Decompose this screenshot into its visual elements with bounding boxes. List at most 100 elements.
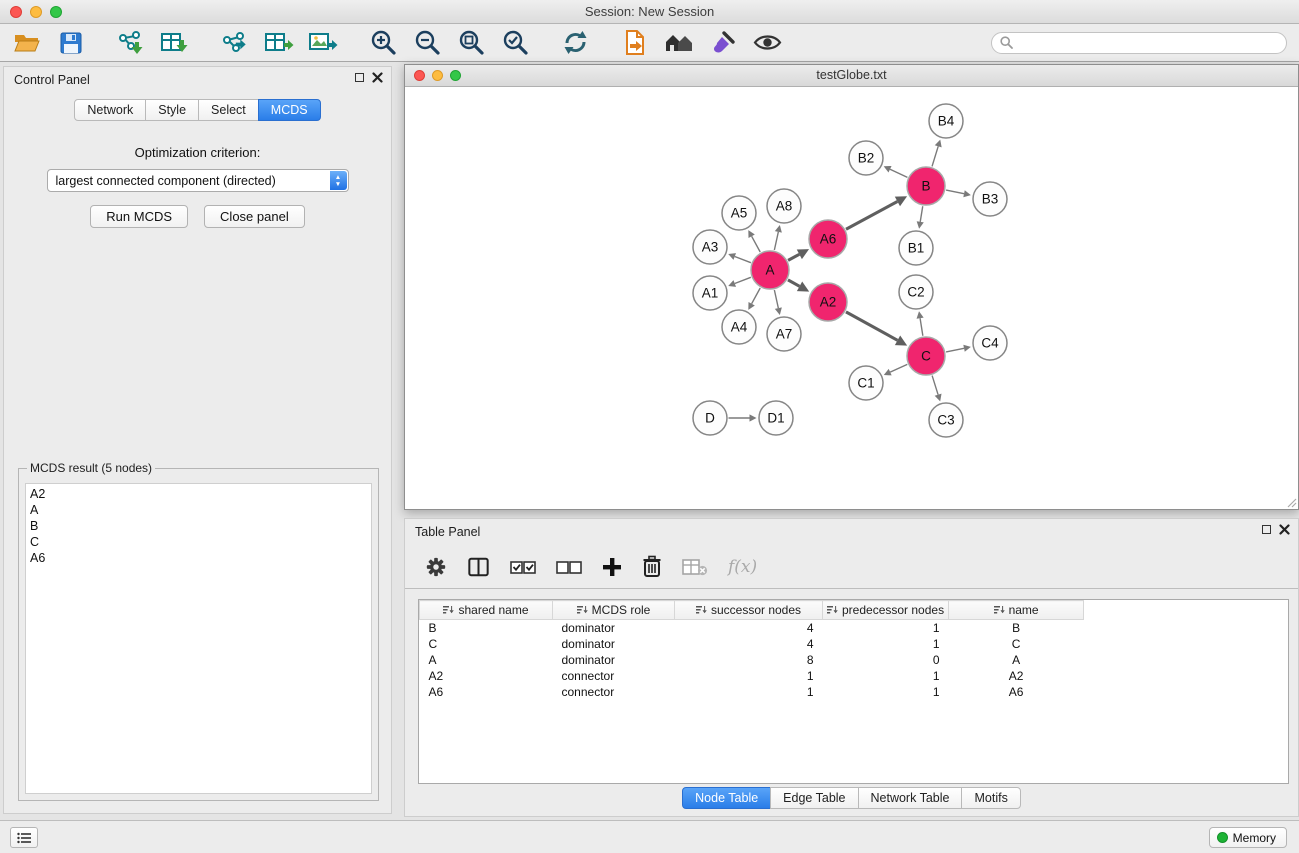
graph-edge-A6-B[interactable]	[846, 196, 907, 229]
column-header-MCDS-role[interactable]: MCDS role	[553, 601, 675, 620]
graph-edge-C-C3[interactable]	[932, 376, 941, 402]
network-window-titlebar[interactable]: testGlobe.txt	[405, 65, 1298, 87]
main-titlebar[interactable]: Session: New Session	[0, 0, 1299, 24]
graph-node-C1[interactable]: C1	[849, 366, 883, 400]
graph-node-A7[interactable]: A7	[767, 317, 801, 351]
mcds-result-item[interactable]: A	[30, 502, 367, 518]
mcds-result-item[interactable]: A2	[30, 486, 367, 502]
graph-node-A3[interactable]: A3	[693, 230, 727, 264]
deselect-all-button[interactable]	[556, 559, 582, 575]
open-recent-button[interactable]	[618, 28, 652, 58]
graph-node-B1[interactable]: B1	[899, 231, 933, 265]
close-panel-icon[interactable]	[372, 72, 383, 83]
graph-node-A8[interactable]: A8	[767, 189, 801, 223]
zoom-selected-button[interactable]	[498, 28, 532, 58]
graph-node-A5[interactable]: A5	[722, 196, 756, 230]
graph-edge-A-A1[interactable]	[728, 277, 751, 287]
graph-edge-B-B3[interactable]	[946, 190, 971, 197]
graph-node-D1[interactable]: D1	[759, 401, 793, 435]
style-brush-button[interactable]	[706, 28, 740, 58]
column-header-successor-nodes[interactable]: successor nodes	[675, 601, 823, 620]
open-session-button[interactable]	[10, 28, 44, 58]
column-header-shared-name[interactable]: shared name	[420, 601, 553, 620]
close-mcds-panel-button[interactable]: Close panel	[204, 205, 305, 228]
graph-edge-A2-C[interactable]	[846, 312, 907, 346]
float-panel-icon[interactable]	[355, 73, 364, 82]
split-columns-button[interactable]	[467, 556, 490, 578]
graph-edge-A-A8[interactable]	[774, 225, 781, 250]
graph-edge-B-B1[interactable]	[917, 206, 924, 229]
tab-select[interactable]: Select	[198, 99, 259, 121]
export-network-button[interactable]	[218, 28, 252, 58]
graph-edge-B-B2[interactable]	[884, 166, 908, 177]
graph-edge-A-A3[interactable]	[728, 253, 751, 263]
graph-node-A4[interactable]: A4	[722, 310, 756, 344]
table-row[interactable]: A6connector11A6	[420, 684, 1084, 700]
table-tab-edge-table[interactable]: Edge Table	[770, 787, 858, 809]
column-header-name[interactable]: name	[949, 601, 1084, 620]
graph-node-B4[interactable]: B4	[929, 104, 963, 138]
network-canvas[interactable]: B4B2BB3A8A5A6A3B1AA1C2A2A4A7C4CC1C3DD1	[405, 87, 1298, 509]
network-graph[interactable]: B4B2BB3A8A5A6A3B1AA1C2A2A4A7C4CC1C3DD1	[405, 87, 1298, 509]
table-tab-network-table[interactable]: Network Table	[858, 787, 963, 809]
mcds-result-item[interactable]: B	[30, 518, 367, 534]
mcds-result-item[interactable]: A6	[30, 550, 367, 566]
graph-edge-A-A4[interactable]	[748, 288, 760, 310]
tab-mcds[interactable]: MCDS	[258, 99, 321, 121]
zoom-in-button[interactable]	[366, 28, 400, 58]
show-overview-button[interactable]	[662, 28, 696, 58]
refresh-view-button[interactable]	[558, 28, 592, 58]
graph-node-D[interactable]: D	[693, 401, 727, 435]
graph-node-A6[interactable]: A6	[809, 220, 847, 258]
graph-node-A[interactable]: A	[751, 251, 789, 289]
graph-node-C2[interactable]: C2	[899, 275, 933, 309]
search-input[interactable]	[1019, 36, 1278, 50]
zoom-fit-button[interactable]	[454, 28, 488, 58]
graph-node-A1[interactable]: A1	[693, 276, 727, 310]
select-all-button[interactable]	[510, 559, 536, 575]
minimize-window-button[interactable]	[30, 6, 42, 18]
table-row[interactable]: Cdominator41C	[420, 636, 1084, 652]
column-header-predecessor-nodes[interactable]: predecessor nodes	[823, 601, 949, 620]
graph-node-B3[interactable]: B3	[973, 182, 1007, 216]
graph-node-C4[interactable]: C4	[973, 326, 1007, 360]
criterion-dropdown[interactable]: largest connected component (directed) ▲…	[47, 169, 349, 192]
delete-column-button[interactable]	[642, 555, 662, 578]
zoom-out-button[interactable]	[410, 28, 444, 58]
graph-node-C3[interactable]: C3	[929, 403, 963, 437]
zoom-window-button[interactable]	[50, 6, 62, 18]
close-window-button[interactable]	[10, 6, 22, 18]
resize-grip-icon[interactable]	[1285, 496, 1297, 508]
graph-edge-B-B4[interactable]	[932, 140, 942, 167]
graph-node-C[interactable]: C	[907, 337, 945, 375]
network-minimize-button[interactable]	[432, 70, 443, 81]
graph-edge-A-A2[interactable]	[788, 280, 809, 292]
status-list-button[interactable]	[10, 827, 38, 848]
save-session-button[interactable]	[54, 28, 88, 58]
graph-edge-A-A7[interactable]	[774, 290, 781, 315]
graph-edge-C-C4[interactable]	[946, 345, 971, 352]
delete-table-button[interactable]	[682, 557, 708, 577]
import-network-button[interactable]	[114, 28, 148, 58]
search-box[interactable]	[991, 32, 1287, 54]
table-settings-button[interactable]	[425, 556, 447, 578]
mcds-result-item[interactable]: C	[30, 534, 367, 550]
add-column-button[interactable]	[602, 557, 622, 577]
graph-edge-A-A5[interactable]	[748, 230, 760, 252]
table-row[interactable]: Adominator80A	[420, 652, 1084, 668]
import-table-button[interactable]	[158, 28, 192, 58]
export-table-button[interactable]	[262, 28, 296, 58]
tab-style[interactable]: Style	[145, 99, 199, 121]
tab-network[interactable]: Network	[74, 99, 146, 121]
table-row[interactable]: Bdominator41B	[420, 620, 1084, 636]
table-row[interactable]: A2connector11A2	[420, 668, 1084, 684]
run-mcds-button[interactable]: Run MCDS	[90, 205, 188, 228]
graph-node-B2[interactable]: B2	[849, 141, 883, 175]
float-table-panel-icon[interactable]	[1262, 525, 1271, 534]
table-tab-node-table[interactable]: Node Table	[682, 787, 771, 809]
graph-node-B[interactable]: B	[907, 167, 945, 205]
memory-button[interactable]: Memory	[1209, 827, 1287, 848]
graph-edge-C-C2[interactable]	[917, 311, 924, 335]
close-table-panel-icon[interactable]	[1279, 524, 1290, 535]
mcds-result-list[interactable]: A2ABCA6	[25, 483, 372, 794]
